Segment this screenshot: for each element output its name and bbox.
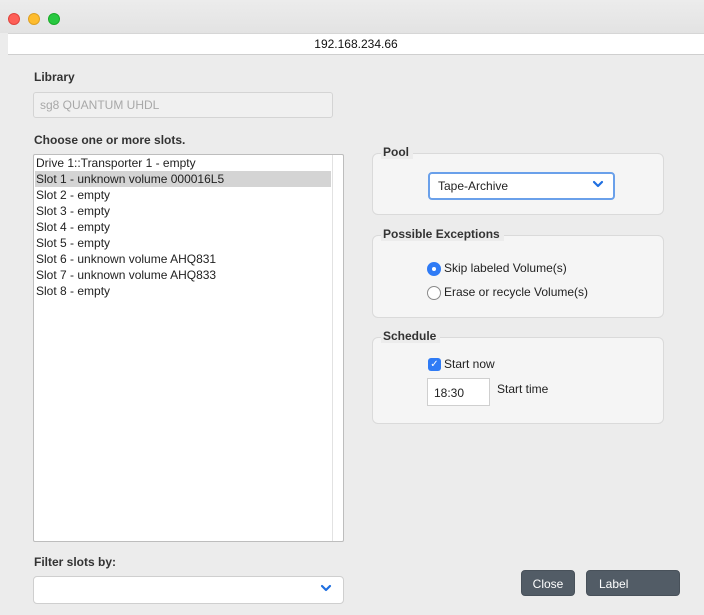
slot-item[interactable]: Slot 6 - unknown volume AHQ831 — [35, 251, 216, 267]
pool-group: Pool Tape-Archive — [372, 145, 664, 215]
close-button[interactable]: Close — [521, 570, 575, 596]
slot-item[interactable]: Slot 3 - empty — [35, 203, 110, 219]
skip-labeled-radio[interactable] — [427, 262, 441, 276]
app-window: 192.168.234.66 Library sg8 QUANTUM UHDL … — [0, 0, 704, 615]
slot-item[interactable]: Drive 1::Transporter 1 - empty — [35, 155, 196, 171]
pool-select[interactable]: Tape-Archive — [428, 172, 615, 200]
pool-title: Pool — [381, 145, 413, 159]
slot-item-selected[interactable]: Slot 1 - unknown volume 000016L5 — [35, 171, 331, 187]
title-bar — [0, 0, 704, 33]
slot-item[interactable]: Slot 5 - empty — [35, 235, 110, 251]
minimize-window-icon[interactable] — [28, 13, 40, 25]
label-button[interactable]: Label — [586, 570, 680, 596]
close-window-icon[interactable] — [8, 13, 20, 25]
chevron-down-icon — [319, 583, 333, 597]
library-label: Library — [34, 70, 75, 84]
schedule-group: Schedule ✓ Start now 18:30 Start time — [372, 329, 664, 424]
start-time-label: Start time — [497, 382, 549, 396]
slots-label: Choose one or more slots. — [34, 133, 186, 147]
slot-item[interactable]: Slot 2 - empty — [35, 187, 110, 203]
slot-item[interactable]: Slot 8 - empty — [35, 283, 110, 299]
window-address: 192.168.234.66 — [8, 33, 704, 55]
maximize-window-icon[interactable] — [48, 13, 60, 25]
skip-labeled-label[interactable]: Skip labeled Volume(s) — [444, 261, 567, 275]
chevron-down-icon — [591, 179, 605, 193]
exceptions-group: Possible Exceptions Skip labeled Volume(… — [372, 227, 664, 318]
filter-label: Filter slots by: — [34, 555, 117, 569]
label-dialog: Library sg8 QUANTUM UHDL Choose one or m… — [8, 55, 704, 615]
library-field: sg8 QUANTUM UHDL — [33, 92, 333, 118]
list-scrollbar-track[interactable] — [332, 155, 333, 541]
slot-item[interactable]: Slot 4 - empty — [35, 219, 110, 235]
slot-item[interactable]: Slot 7 - unknown volume AHQ833 — [35, 267, 216, 283]
schedule-title: Schedule — [381, 329, 441, 343]
pool-selected-value: Tape-Archive — [438, 179, 509, 193]
erase-recycle-radio[interactable] — [427, 286, 441, 300]
start-time-input[interactable]: 18:30 — [427, 378, 490, 406]
erase-recycle-label[interactable]: Erase or recycle Volume(s) — [444, 285, 588, 299]
exceptions-title: Possible Exceptions — [381, 227, 504, 241]
start-now-label[interactable]: Start now — [444, 357, 495, 371]
start-now-checkbox[interactable]: ✓ — [428, 358, 441, 371]
filter-select[interactable] — [33, 576, 344, 604]
slots-list[interactable]: Drive 1::Transporter 1 - empty Slot 1 - … — [33, 154, 344, 542]
